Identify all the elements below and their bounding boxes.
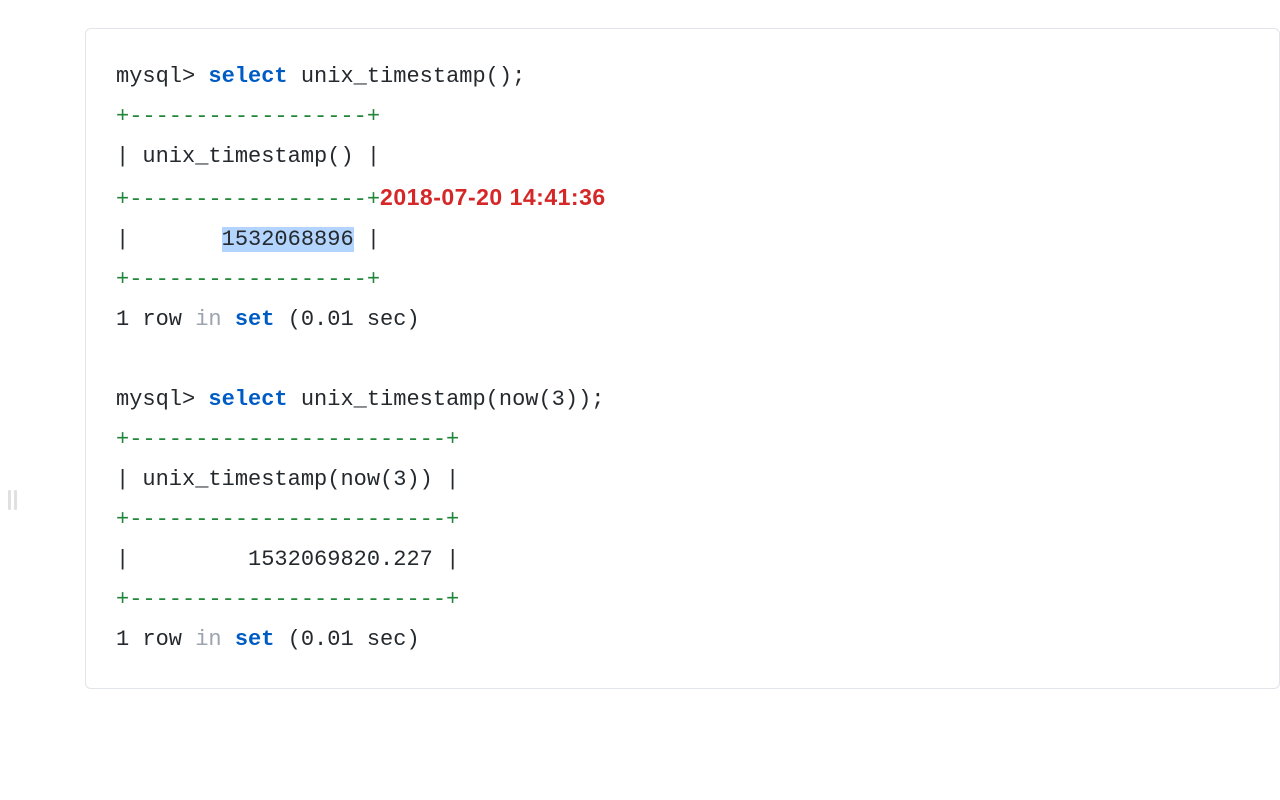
set-keyword: set (235, 307, 275, 332)
set-keyword: set (235, 627, 275, 652)
exec-time: (0.01 sec) (274, 307, 419, 332)
exec-time: (0.01 sec) (274, 627, 419, 652)
select-keyword: select (208, 387, 287, 412)
table-pipe: | (116, 467, 142, 492)
in-keyword: in (195, 307, 221, 332)
function-call: unix_timestamp(now(3)); (288, 387, 605, 412)
table-pipe: | (116, 547, 248, 572)
table-pipe: | (354, 144, 380, 169)
selected-timestamp-value[interactable]: 1532068896 (222, 227, 354, 252)
mysql-prompt: mysql> (116, 387, 208, 412)
table-border: +------------------------+ (116, 507, 459, 532)
function-call: unix_timestamp(); (288, 64, 526, 89)
sql-output[interactable]: mysql> select unix_timestamp(); +-------… (116, 57, 1249, 660)
in-keyword: in (195, 627, 221, 652)
code-block-container: mysql> select unix_timestamp(); +-------… (85, 28, 1280, 689)
table-pipe: | (433, 467, 459, 492)
table-border: +------------------+ (116, 104, 380, 129)
table-pipe: | (354, 227, 380, 252)
column-header: unix_timestamp() (142, 144, 353, 169)
column-header: unix_timestamp(now(3)) (142, 467, 432, 492)
row-count: 1 row (116, 627, 195, 652)
mysql-prompt: mysql> (116, 64, 208, 89)
table-pipe: | (116, 144, 142, 169)
table-pipe: | (433, 547, 459, 572)
table-border: +------------------+ (116, 187, 380, 212)
drag-handle-icon[interactable] (8, 490, 20, 510)
table-pipe: | (116, 227, 222, 252)
row-count: 1 row (116, 307, 195, 332)
select-keyword: select (208, 64, 287, 89)
timestamp-annotation: 2018-07-20 14:41:36 (380, 184, 606, 210)
timestamp-value: 1532069820.227 (248, 547, 433, 572)
table-border: +------------------------+ (116, 427, 459, 452)
table-border: +------------------+ (116, 267, 380, 292)
table-border: +------------------------+ (116, 587, 459, 612)
